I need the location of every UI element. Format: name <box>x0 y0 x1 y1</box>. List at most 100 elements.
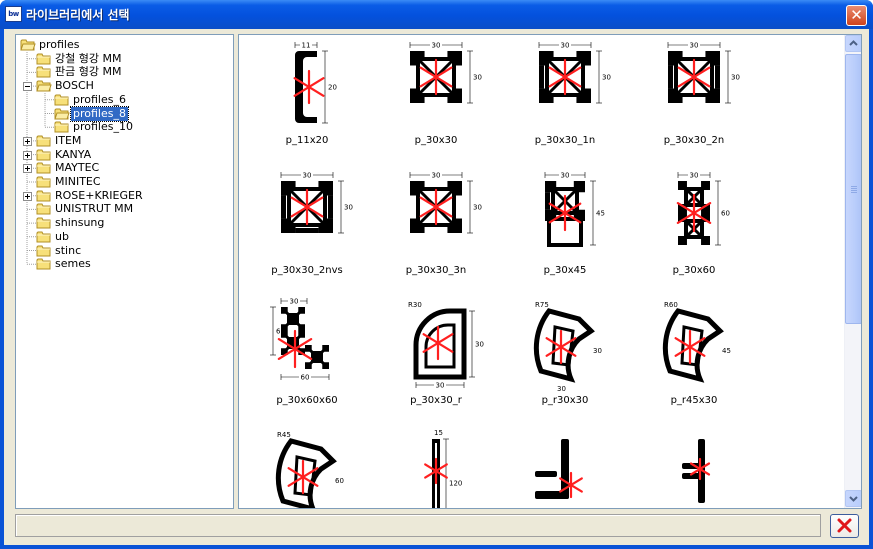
folder-icon <box>36 216 52 230</box>
expand-icon[interactable] <box>23 150 32 160</box>
profile-thumbnail[interactable]: 30 30 p_30x30_2n <box>638 37 750 161</box>
tree-item-ub[interactable]: ub <box>16 230 231 244</box>
profile-label: p_11x20 <box>285 135 329 146</box>
tree-item-label: ITEM <box>55 133 82 147</box>
tree-item-label: shinsung <box>55 216 105 230</box>
profile-drawing: 30 45 <box>544 171 605 247</box>
svg-text:45: 45 <box>596 210 605 218</box>
tree-item-profiles-6[interactable]: profiles_6 <box>16 93 231 107</box>
profile-thumbnail[interactable] <box>638 427 750 508</box>
svg-text:60: 60 <box>721 210 730 218</box>
title-close-button[interactable]: ✕ <box>846 5 867 26</box>
scroll-grip <box>851 186 857 187</box>
svg-text:R45: R45 <box>277 431 291 439</box>
tree-item-maytec[interactable]: MAYTEC <box>16 161 231 175</box>
profile-drawing: 30 30 <box>280 171 353 234</box>
folder-icon <box>20 38 36 52</box>
profile-thumbnail[interactable]: 30 30 p_30x30 <box>380 37 492 161</box>
scroll-thumb[interactable] <box>845 54 861 324</box>
tree-item-kanya[interactable]: KANYA <box>16 148 231 162</box>
folder-icon <box>36 189 52 203</box>
profile-thumbnail[interactable]: 30 60 p_30x60 <box>638 167 750 291</box>
profile-label: p_30x30_2n <box>663 135 725 146</box>
profile-thumbnail[interactable]: 30 45 p_30x45 <box>509 167 621 291</box>
tree-item-label: BOSCH <box>55 79 94 93</box>
tree-item-rose-krieger[interactable]: ROSE+KRIEGER <box>16 189 231 203</box>
profile-drawing: R75 30 30 <box>533 301 602 393</box>
gallery-scrollbar[interactable] <box>844 35 861 508</box>
profile-thumbnail[interactable]: 11 20 p_11x20 <box>251 37 363 161</box>
folder-icon <box>36 244 52 258</box>
svg-text:120: 120 <box>449 480 462 488</box>
profile-thumbnail[interactable]: 30 30 p_30x30_2nvs <box>251 167 363 291</box>
tree-item-판금-형강-mm[interactable]: 판금 형강 MM <box>16 65 231 79</box>
svg-text:30: 30 <box>602 74 611 82</box>
profile-thumbnail[interactable]: 15 120 <box>380 427 492 508</box>
tree-item-label: stinc <box>55 243 82 257</box>
folder-icon <box>36 134 52 148</box>
tree-item-shinsung[interactable]: shinsung <box>16 216 231 230</box>
tree-item-item[interactable]: ITEM <box>16 134 231 148</box>
svg-text:30: 30 <box>690 172 699 180</box>
profile-drawing: R456030 <box>275 431 344 508</box>
folder-icon <box>36 257 52 271</box>
tree-item-unistrut-mm[interactable]: UNISTRUT MM <box>16 202 231 216</box>
folder-icon <box>36 65 52 79</box>
folder-tree[interactable]: profiles 강철 형강 MM 판금 형강 MM BOSCH profiles_6 p… <box>15 34 234 509</box>
svg-text:30: 30 <box>593 347 602 355</box>
profile-thumbnail[interactable]: R75 30 30 p_r30x30 <box>509 297 621 421</box>
tree-item-label: MAYTEC <box>55 161 100 175</box>
collapse-icon[interactable] <box>23 82 32 92</box>
profile-label: p_30x30_3n <box>405 265 467 276</box>
profile-thumbnail[interactable]: R60 45 p_r45x30 <box>638 297 750 421</box>
profile-thumbnail[interactable]: R456030 <box>251 427 363 508</box>
tree-item-label: profiles <box>39 38 80 51</box>
scroll-down-button[interactable] <box>845 490 861 507</box>
svg-text:30: 30 <box>690 42 699 50</box>
profile-drawing: 30 30 <box>409 171 482 234</box>
title-bar[interactable]: bw 라이브러리에서 선택 ✕ <box>0 0 873 29</box>
expand-icon[interactable] <box>23 191 32 201</box>
profile-thumbnail[interactable]: 30 60 60 p_30x60x60 <box>251 297 363 421</box>
tree-item-profiles-8[interactable]: profiles_8 <box>16 105 231 122</box>
profile-thumbnail[interactable] <box>509 427 621 508</box>
folder-icon <box>36 52 52 66</box>
folder-icon <box>36 161 52 175</box>
tree-item-label: MINITEC <box>55 175 101 188</box>
expand-icon[interactable] <box>23 136 32 146</box>
folder-icon <box>54 93 70 107</box>
tree-item-강철-형강-mm[interactable]: 강철 형강 MM <box>16 52 231 66</box>
tree-item-profiles-10[interactable]: profiles_10 <box>16 120 231 134</box>
svg-text:R60: R60 <box>664 301 678 309</box>
chevron-down-icon <box>849 496 858 502</box>
scroll-up-button[interactable] <box>845 35 861 52</box>
svg-text:30: 30 <box>561 172 570 180</box>
profile-drawing: 30 60 60 <box>270 297 330 382</box>
folder-icon <box>36 79 52 93</box>
expand-icon[interactable] <box>23 164 32 174</box>
svg-text:20: 20 <box>328 84 337 92</box>
profile-gallery[interactable]: 11 20 p_11x20 30 30 p_30x30 30 30 p_30x30_1n 30 30… <box>238 34 862 509</box>
profile-thumbnail[interactable]: R30 30 30 p_30x30_r <box>380 297 492 421</box>
tree-item-label: ROSE+KRIEGER <box>55 188 143 202</box>
profile-label: p_30x45 <box>543 265 587 276</box>
scroll-grip <box>851 188 857 189</box>
svg-text:30: 30 <box>475 341 484 349</box>
tree-item-stinc[interactable]: stinc <box>16 244 231 258</box>
dialog-window: bw 라이브러리에서 선택 ✕ profiles 강철 형강 MM 판금 형강 MM… <box>0 0 873 549</box>
tree-item-minitec[interactable]: MINITEC <box>16 175 231 189</box>
profile-drawing: 30 30 <box>538 41 611 104</box>
profile-thumbnail[interactable]: 30 30 p_30x30_1n <box>509 37 621 161</box>
tree-item-profiles[interactable]: profiles <box>16 38 231 52</box>
svg-text:30: 30 <box>432 172 441 180</box>
profile-thumbnail[interactable]: 30 30 p_30x30_3n <box>380 167 492 291</box>
tree-item-semes[interactable]: semes <box>16 257 231 271</box>
folder-icon <box>54 120 70 134</box>
svg-text:11: 11 <box>302 42 311 50</box>
cancel-button[interactable] <box>830 514 859 538</box>
svg-text:30: 30 <box>473 204 482 212</box>
profile-label: p_r45x30 <box>670 395 718 406</box>
svg-text:30: 30 <box>561 42 570 50</box>
close-icon <box>837 518 852 533</box>
tree-item-bosch[interactable]: BOSCH <box>16 79 231 93</box>
